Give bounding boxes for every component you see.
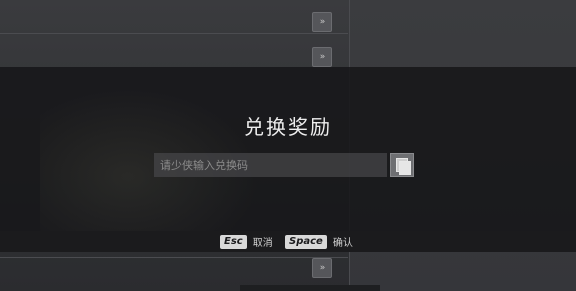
dialog-title: 兑换奖励 xyxy=(244,115,332,139)
cancel-hint[interactable]: Esc 取消 xyxy=(220,234,273,249)
space-key: Space xyxy=(285,234,327,249)
redeem-dialog: 兑换奖励 xyxy=(0,67,576,252)
redeem-code-field[interactable] xyxy=(154,153,387,177)
expand-arrow-button[interactable]: » xyxy=(312,12,332,32)
cancel-label: 取消 xyxy=(252,238,273,249)
confirm-label: 确认 xyxy=(332,238,353,249)
list-divider xyxy=(0,257,348,258)
bottom-edge xyxy=(240,285,380,291)
expand-arrow-button[interactable]: » xyxy=(312,47,332,67)
expand-arrow-button[interactable]: » xyxy=(312,258,332,278)
confirm-hint[interactable]: Space 确认 xyxy=(285,234,353,249)
esc-key: Esc xyxy=(220,234,247,249)
paste-button[interactable] xyxy=(390,153,414,177)
hint-bar: Esc 取消 Space 确认 xyxy=(0,231,576,252)
redeem-code-input[interactable] xyxy=(154,153,387,177)
list-divider xyxy=(0,33,348,34)
